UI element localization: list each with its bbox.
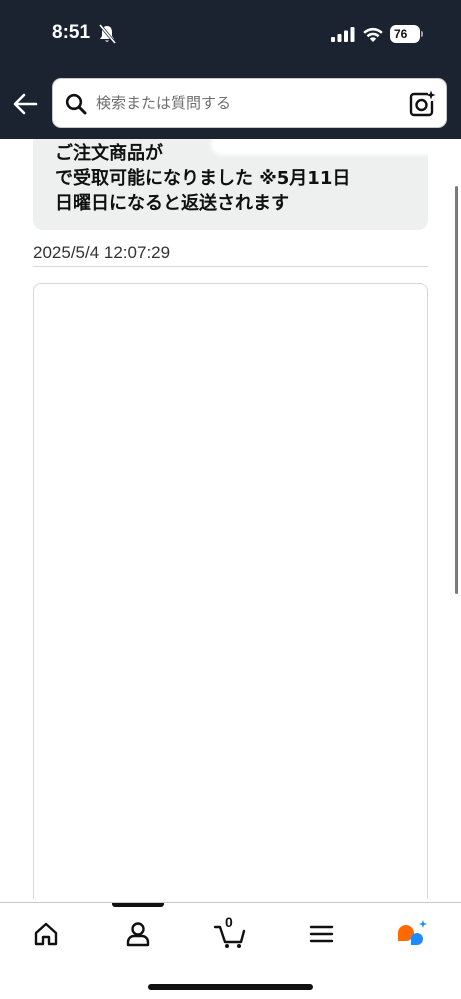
search-input[interactable] — [96, 79, 396, 127]
home-indicator — [148, 984, 313, 990]
bottom-nav: 0 — [0, 902, 461, 999]
battery-icon: 76 — [390, 25, 423, 43]
nav-home[interactable] — [26, 917, 66, 951]
bell-muted-icon — [98, 24, 116, 44]
scrollbar[interactable] — [455, 186, 458, 594]
message-thread[interactable]: ご注文商品が で受取可能になりました ※5月11日 日曜日になると返送されます … — [0, 139, 461, 899]
battery-level: 76 — [390, 25, 420, 43]
camera-icon[interactable] — [408, 90, 436, 118]
status-time: 8:51 — [52, 22, 91, 43]
search-icon[interactable] — [65, 93, 87, 115]
assistant-icon — [398, 920, 427, 945]
account-icon — [126, 922, 150, 947]
message-card — [33, 283, 428, 899]
divider — [33, 266, 428, 267]
nav-cart[interactable]: 0 — [212, 914, 252, 951]
back-arrow-icon[interactable] — [12, 92, 38, 116]
wifi-icon — [363, 27, 383, 42]
signal-icon — [331, 27, 355, 42]
home-icon — [34, 922, 58, 946]
active-tab-indicator — [112, 903, 164, 907]
redacted-area — [211, 139, 439, 155]
cart-count: 0 — [225, 914, 233, 930]
message-timestamp: 2025/5/4 12:07:29 — [33, 243, 171, 262]
search-bar[interactable] — [52, 78, 447, 128]
top-header: 8:51 76 — [0, 0, 461, 139]
message-bubble: ご注文商品が で受取可能になりました ※5月11日 日曜日になると返送されます — [33, 139, 439, 230]
nav-account[interactable] — [118, 917, 158, 951]
nav-menu[interactable] — [302, 917, 342, 951]
nav-assistant[interactable] — [392, 917, 432, 951]
menu-icon — [309, 925, 334, 943]
